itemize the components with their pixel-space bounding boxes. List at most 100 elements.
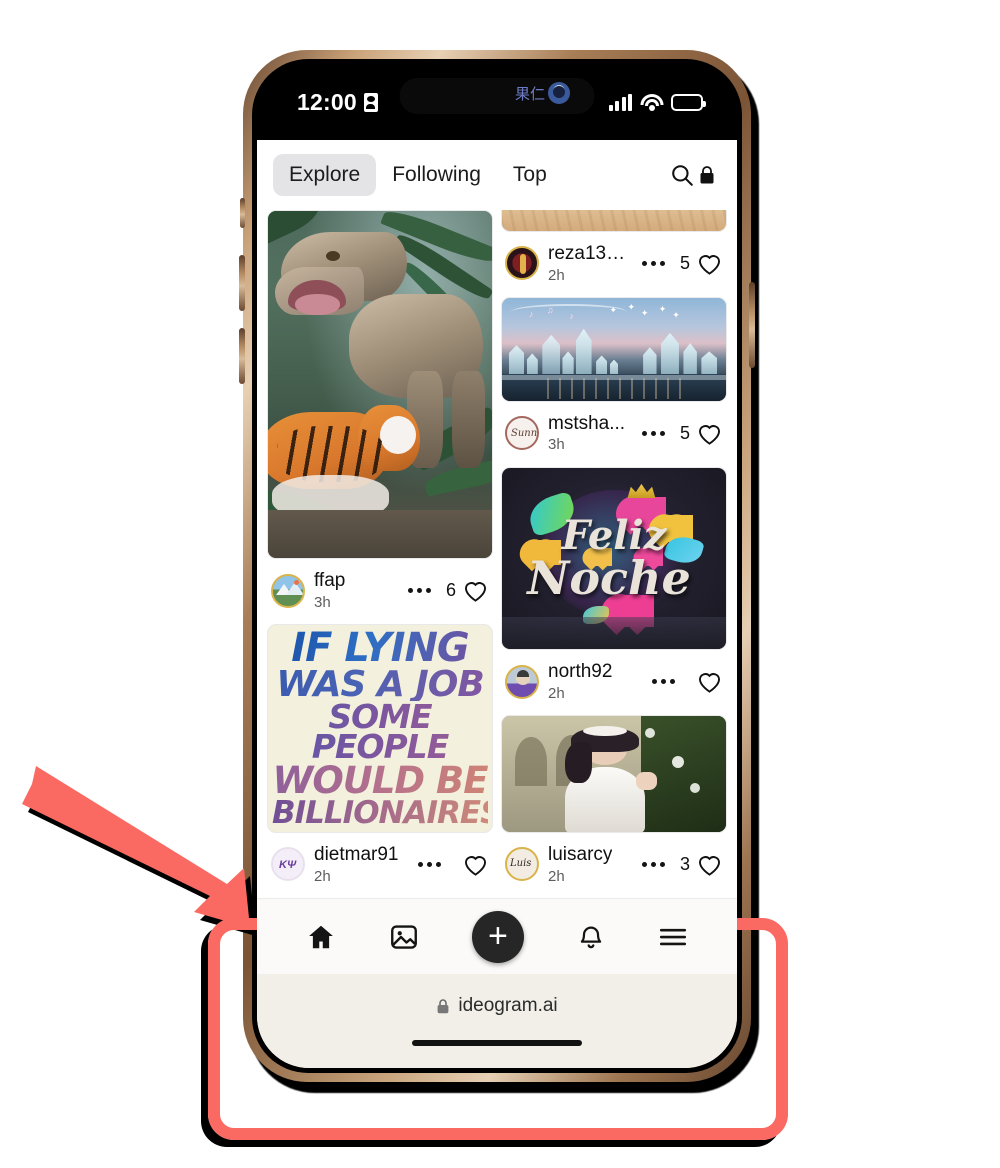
ideogram-web-app: Explore Following Top ffap 3h 6 IF LYING… — [257, 140, 737, 1068]
post-meta-mstsha: Sunny mstsha... 3h 5 — [501, 402, 727, 467]
avatar[interactable]: Sunny — [505, 416, 539, 451]
feed-column-left: ffap 3h 6 IF LYING WAS A JOB SOME PEOPLE… — [267, 210, 493, 898]
post-like-group[interactable] — [690, 669, 723, 694]
post-username[interactable]: luisarcy — [548, 844, 612, 866]
post-image-desert[interactable] — [501, 210, 727, 232]
wifi-icon — [640, 93, 663, 111]
post-more-options-button[interactable] — [636, 260, 671, 266]
post-image-if-lying-poster[interactable]: IF LYING WAS A JOB SOME PEOPLE WOULD BE … — [267, 624, 493, 833]
nav-home-button[interactable] — [306, 923, 336, 951]
post-timestamp: 2h — [548, 266, 565, 284]
poster-line-3: SOME PEOPLE — [272, 700, 488, 763]
status-bar: 12:00 果仁 — [257, 64, 737, 140]
volume-up-button[interactable] — [239, 255, 245, 311]
home-indicator[interactable] — [412, 1040, 582, 1046]
post-like-count: 3 — [679, 853, 690, 874]
post-more-options-button[interactable] — [636, 430, 671, 436]
post-meta-north92: north92 2h — [501, 650, 727, 715]
tab-top[interactable]: Top — [497, 154, 563, 196]
post-more-options-button[interactable] — [402, 588, 437, 594]
power-button[interactable] — [749, 282, 755, 368]
heart-icon[interactable] — [696, 421, 723, 446]
post-like-group[interactable]: 3 — [680, 852, 723, 877]
heart-icon[interactable] — [696, 852, 723, 877]
heart-icon[interactable] — [462, 578, 489, 603]
post-author-block: dietmar91 2h — [314, 844, 399, 885]
avatar[interactable] — [505, 664, 539, 699]
heart-icon[interactable] — [696, 669, 723, 694]
bell-icon — [580, 926, 602, 948]
post-username[interactable]: mstsha... — [548, 413, 625, 435]
post-feed[interactable]: ffap 3h 6 IF LYING WAS A JOB SOME PEOPLE… — [257, 210, 737, 898]
post-more-options-button[interactable] — [646, 679, 681, 685]
post-author-block: mstsha... 3h — [548, 413, 625, 454]
status-time: 12:00 — [297, 88, 357, 115]
post-like-count: 5 — [679, 422, 690, 443]
post-like-group[interactable]: 5 — [680, 421, 723, 446]
nav-notifications-button[interactable] — [577, 923, 605, 951]
post-username[interactable]: dietmar91 — [314, 844, 399, 866]
poster-line-1: IF LYING — [272, 628, 488, 668]
nav-create-button[interactable]: + — [471, 910, 524, 963]
top-bar-actions — [669, 162, 721, 188]
nav-gallery-button[interactable] — [389, 923, 419, 951]
search-icon[interactable] — [669, 162, 695, 188]
image-icon — [390, 924, 417, 949]
poster-line-5: BILLIONAIRES — [272, 794, 493, 831]
post-image-feliz-noche[interactable]: Feliz Noche — [501, 466, 727, 651]
heart-icon[interactable] — [696, 251, 723, 276]
home-icon — [308, 925, 333, 948]
poster-line-2: WAS A JOB — [272, 666, 488, 702]
cellular-icon — [608, 93, 632, 111]
avatar[interactable]: Luis — [505, 847, 539, 882]
post-more-options-button[interactable] — [636, 861, 671, 867]
post-author-block: north92 2h — [548, 661, 612, 702]
silent-switch[interactable] — [240, 198, 245, 228]
poster-line-4: WOULD BE — [272, 758, 489, 802]
url-text[interactable]: ideogram.ai — [458, 995, 557, 1017]
heart-icon[interactable] — [462, 852, 489, 877]
post-timestamp: 2h — [548, 685, 565, 703]
feed-column-right: reza1343 2h 5 ✦ ✦ ✦ ✦ ✦ ♪ ♫ ♪ Sunn mstsh… — [501, 210, 727, 898]
post-author-block: reza1343 2h — [548, 243, 627, 284]
phone-frame: 12:00 果仁 Explore Following Top ffap 3h 6… — [239, 50, 755, 1082]
bottom-navigation-bar: + — [257, 898, 737, 974]
id-badge-icon — [363, 92, 378, 112]
feliz-noche-artwork-text: Feliz Noche — [527, 515, 690, 600]
live-activity-label: 果仁 — [515, 85, 546, 103]
avatar[interactable]: ΚΨ — [271, 847, 305, 882]
browser-url-bar[interactable]: ideogram.ai — [257, 974, 737, 1038]
nav-menu-button[interactable] — [658, 925, 688, 949]
live-activity-pill[interactable]: 果仁 — [515, 82, 571, 104]
phone-screen: 12:00 果仁 Explore Following Top ffap 3h 6… — [257, 64, 737, 1068]
post-meta-ffap: ffap 3h 6 — [267, 559, 493, 624]
post-image-woman-white-dress[interactable] — [501, 715, 727, 833]
post-like-group[interactable] — [456, 852, 489, 877]
avatar[interactable] — [271, 573, 305, 608]
post-username[interactable]: ffap — [314, 570, 345, 592]
post-username[interactable]: reza1343 — [548, 243, 627, 265]
post-timestamp: 2h — [314, 867, 331, 885]
post-image-t-rex-tiger[interactable] — [267, 210, 493, 560]
phone-bezel: 12:00 果仁 Explore Following Top ffap 3h 6… — [252, 59, 742, 1073]
bag-icon[interactable] — [699, 165, 715, 185]
post-username[interactable]: north92 — [548, 661, 612, 683]
post-like-group[interactable]: 6 — [446, 578, 489, 603]
tab-explore[interactable]: Explore — [273, 154, 377, 196]
post-author-block: luisarcy 2h — [548, 844, 612, 885]
post-timestamp: 2h — [548, 867, 565, 885]
lock-icon — [437, 998, 449, 1013]
post-more-options-button[interactable] — [412, 861, 447, 867]
post-like-count: 6 — [445, 580, 456, 601]
tab-following[interactable]: Following — [376, 154, 497, 196]
status-bar-left: 12:00 — [297, 89, 378, 116]
post-image-crystal-city[interactable]: ✦ ✦ ✦ ✦ ✦ ♪ ♫ ♪ — [501, 296, 727, 402]
post-like-count: 5 — [679, 252, 690, 273]
post-like-group[interactable]: 5 — [680, 251, 723, 276]
post-timestamp: 3h — [548, 436, 565, 454]
avatar[interactable] — [505, 246, 539, 281]
post-meta-dietmar91: ΚΨ dietmar91 2h — [267, 833, 493, 898]
hamburger-menu-icon — [660, 928, 687, 945]
volume-down-button[interactable] — [239, 328, 245, 384]
post-author-block: ffap 3h — [314, 570, 345, 611]
